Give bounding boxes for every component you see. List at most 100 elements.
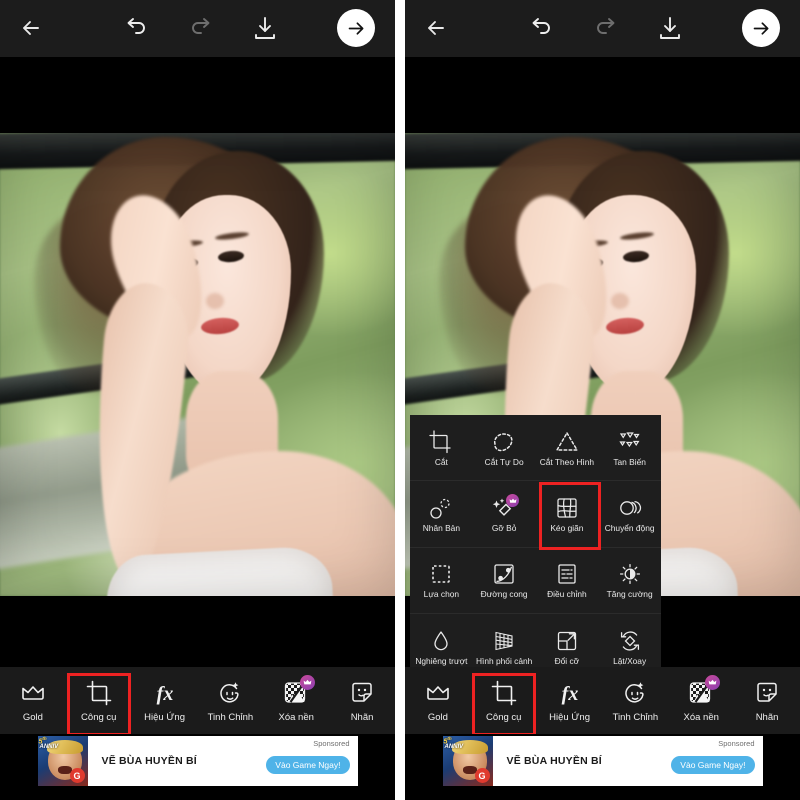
tool-label: Nhân Bản — [422, 523, 460, 534]
ad-thumbnail: 5th ANNIV G — [37, 736, 88, 786]
download-icon[interactable] — [252, 14, 278, 42]
ad-sponsored-label: Sponsored — [718, 739, 755, 748]
ad-logo-icon: G — [69, 768, 85, 783]
bottom-item-gold[interactable]: Gold — [405, 667, 471, 734]
ad-cta-button[interactable]: Vào Game Ngay! — [266, 756, 350, 774]
bottom-toolbar: Gold Công cụ fx Hiệu Ứng Tinh Chỉnh Xóa nền Nh… — [0, 667, 395, 734]
top-toolbar — [405, 0, 800, 57]
redo-icon[interactable] — [187, 14, 215, 42]
tools-sheet: Cắt Cắt Tự Do Cắt Theo Hình Tan Biến Nhâ… — [410, 415, 661, 680]
tilt-shift-icon — [434, 631, 449, 651]
bottom-item-tinh-chỉnh[interactable]: Tinh Chỉnh — [602, 667, 668, 734]
crop-icon — [429, 430, 452, 454]
tool-label: Kéo giãn — [550, 523, 584, 534]
perspective-icon — [495, 631, 513, 651]
gold-badge — [705, 674, 721, 690]
tool-lua-chon[interactable]: Lựa chọn — [410, 548, 473, 613]
curves-icon — [494, 564, 514, 585]
crown-icon — [19, 679, 47, 707]
tools-row: Nhân Bản Gỡ Bỏ Kéo giãn Chuyển động — [410, 481, 661, 551]
crown-icon — [303, 679, 312, 685]
shape-crop-icon — [555, 431, 579, 451]
bottom-item-tinh-chỉnh[interactable]: Tinh Chỉnh — [197, 667, 263, 734]
tool-label: Cắt Tự Do — [484, 456, 524, 467]
bottom-item-xóa-nền[interactable]: Xóa nền — [668, 667, 734, 734]
photo-canvas[interactable] — [0, 133, 395, 596]
tool-nhan-ban[interactable]: Nhân Bản — [410, 481, 473, 546]
bottom-item-label: Xóa nền — [683, 711, 719, 723]
bottom-item-label: Công cụ — [81, 711, 117, 723]
download-icon[interactable] — [657, 14, 683, 42]
tool-cat-theo-hinh[interactable]: Cắt Theo Hình — [536, 415, 599, 480]
ad-container: 5th ANNIV G VẼ BÙA HUYỀN BÍ Sponsored Và… — [0, 734, 395, 800]
fx-icon: fx — [556, 679, 584, 707]
tool-label: Điều chỉnh — [547, 589, 587, 600]
tool-keo-gian[interactable]: Kéo giãn — [536, 481, 601, 551]
tools-row: Lựa chọn Đường cong Điều chỉnh Tăng cườn… — [410, 548, 661, 614]
tool-label: Cắt Theo Hình — [539, 456, 595, 467]
bottom-item-hiệu-ứng[interactable]: fx Hiệu Ứng — [537, 667, 603, 734]
bottom-item-label: Tinh Chỉnh — [207, 711, 254, 723]
tool-label: Đường cong — [480, 589, 528, 600]
bottom-item-công-cụ[interactable]: Công cụ — [66, 667, 132, 734]
bottom-item-xóa-nền[interactable]: Xóa nền — [263, 667, 329, 734]
next-button[interactable] — [337, 9, 375, 47]
selection-icon — [432, 565, 451, 584]
bottom-item-label: Gold — [427, 711, 448, 723]
next-button[interactable] — [742, 9, 780, 47]
bottom-toolbar: Gold Công cụ fx Hiệu Ứng Tinh Chỉnh Xóa nền Nh… — [405, 667, 800, 734]
bottom-item-label: Hiệu Ứng — [549, 711, 590, 723]
adjust-icon — [558, 564, 576, 585]
tool-label: Tăng cường — [606, 589, 653, 600]
undo-icon[interactable] — [122, 14, 150, 42]
tool-cat-tu-do[interactable]: Cắt Tự Do — [473, 415, 536, 480]
photo-vignette — [0, 133, 395, 596]
ad-banner[interactable]: 5th ANNIV G VẼ BÙA HUYỀN BÍ Sponsored Và… — [442, 736, 763, 786]
tool-chuyen-dong[interactable]: Chuyển động — [598, 481, 661, 546]
tool-duong-cong[interactable]: Đường cong — [473, 548, 536, 613]
tool-label: Cắt — [434, 456, 448, 467]
bottom-item-label: Tinh Chỉnh — [612, 711, 659, 723]
bottom-item-label: Nhãn — [350, 711, 374, 723]
panel-right: Cắt Cắt Tự Do Cắt Theo Hình Tan Biến Nhâ… — [405, 0, 800, 800]
crown-icon — [424, 679, 452, 707]
gold-badge — [300, 674, 316, 690]
tool-label: Chuyển động — [604, 523, 655, 534]
tool-dieu-chinh[interactable]: Điều chỉnh — [536, 548, 599, 613]
tool-label: Tan Biến — [613, 456, 646, 467]
ad-badge-sub: ANNIV — [444, 744, 464, 750]
bottom-item-nhãn[interactable]: Nhãn — [734, 667, 800, 734]
tool-go-bo[interactable]: Gỡ Bỏ — [473, 481, 536, 546]
free-crop-icon — [494, 433, 513, 452]
ad-banner[interactable]: 5th ANNIV G VẼ BÙA HUYỀN BÍ Sponsored Và… — [37, 736, 358, 786]
ad-thumbnail: 5th ANNIV G — [442, 736, 493, 786]
ad-badge-sub: ANNIV — [39, 744, 59, 750]
back-arrow-icon[interactable] — [423, 13, 453, 43]
crown-icon — [708, 679, 717, 685]
bottom-item-công-cụ[interactable]: Công cụ — [471, 667, 537, 734]
redo-icon[interactable] — [592, 14, 620, 42]
top-toolbar — [0, 0, 395, 57]
back-arrow-icon[interactable] — [18, 13, 48, 43]
undo-icon[interactable] — [527, 14, 555, 42]
bottom-item-nhãn[interactable]: Nhãn — [329, 667, 395, 734]
gold-badge — [506, 494, 520, 508]
flip-rotate-icon — [620, 631, 639, 651]
bottom-item-label: Gold — [22, 711, 43, 723]
screenshot-comparison: Gold Công cụ fx Hiệu Ứng Tinh Chỉnh Xóa nền Nh… — [0, 0, 800, 800]
ad-badge-sup: th — [447, 736, 452, 741]
tool-tang-cuong[interactable]: Tăng cường — [598, 548, 661, 613]
panel-left: Gold Công cụ fx Hiệu Ứng Tinh Chỉnh Xóa nền Nh… — [0, 0, 395, 800]
tools-row: Cắt Cắt Tự Do Cắt Theo Hình Tan Biến — [410, 415, 661, 482]
bottom-item-gold[interactable]: Gold — [0, 667, 66, 734]
tool-label: Lựa chọn — [423, 589, 460, 600]
ad-logo-icon: G — [474, 768, 490, 783]
bottom-item-hiệu-ứng[interactable]: fx Hiệu Ứng — [132, 667, 198, 734]
bottom-item-label: Hiệu Ứng — [144, 711, 185, 723]
ad-cta-button[interactable]: Vào Game Ngay! — [671, 756, 755, 774]
tools-crop-icon — [490, 679, 518, 707]
tool-cat[interactable]: Cắt — [410, 415, 473, 480]
tool-tan-bien[interactable]: Tan Biến — [598, 415, 661, 480]
ad-title: VẼ BÙA HUYỀN BÍ — [101, 755, 197, 767]
stretch-icon — [557, 498, 577, 518]
